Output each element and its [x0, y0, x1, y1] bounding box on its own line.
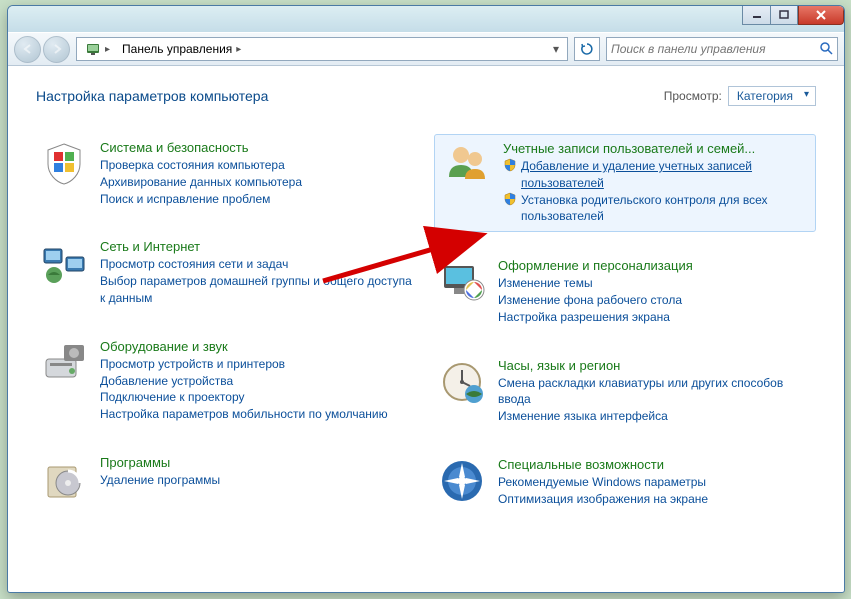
link-text: Добавление и удаление учетных записей по… [521, 158, 807, 192]
shield-icon [503, 192, 517, 206]
shield-icon [503, 158, 517, 172]
category-title[interactable]: Сеть и Интернет [100, 239, 414, 254]
search-box[interactable] [606, 37, 838, 61]
link-text: Оптимизация изображения на экране [498, 491, 708, 508]
link-text: Выбор параметров домашней группы и общег… [100, 273, 414, 307]
control-panel-window: ▸ Панель управления ▸ ▾ Настройка параме… [7, 5, 845, 593]
search-input[interactable] [611, 42, 819, 56]
maximize-button[interactable] [770, 5, 798, 25]
minimize-button[interactable] [742, 5, 770, 25]
category-title[interactable]: Часы, язык и регион [498, 358, 812, 373]
address-bar[interactable]: ▸ Панель управления ▸ ▾ [76, 37, 568, 61]
search-icon [819, 41, 833, 58]
view-label: Просмотр: [664, 89, 722, 103]
link-text: Проверка состояния компьютера [100, 157, 285, 174]
category-title[interactable]: Программы [100, 455, 414, 470]
link-text: Просмотр устройств и принтеров [100, 356, 285, 373]
category-link[interactable]: Добавление устройства [100, 373, 414, 390]
control-panel-icon [85, 41, 101, 57]
category-title[interactable]: Система и безопасность [100, 140, 414, 155]
category-title[interactable]: Оборудование и звук [100, 339, 414, 354]
link-text: Изменение языка интерфейса [498, 408, 668, 425]
chevron-right-icon: ▸ [236, 44, 241, 55]
users-icon [443, 141, 491, 189]
category-link[interactable]: Поиск и исправление проблем [100, 191, 414, 208]
category-link[interactable]: Настройка параметров мобильности по умол… [100, 406, 414, 423]
link-text: Изменение темы [498, 275, 593, 292]
category-title[interactable]: Оформление и персонализация [498, 258, 812, 273]
category-link[interactable]: Настройка разрешения экрана [498, 309, 812, 326]
clock-icon [438, 358, 486, 406]
category-link[interactable]: Установка родительского контроля для все… [503, 192, 807, 226]
breadcrumb-control-panel[interactable]: Панель управления ▸ [116, 38, 247, 60]
link-text: Архивирование данных компьютера [100, 174, 302, 191]
category-link[interactable]: Просмотр устройств и принтеров [100, 356, 414, 373]
hardware-icon [40, 339, 88, 387]
category-title[interactable]: Специальные возможности [498, 457, 812, 472]
titlebar[interactable] [8, 6, 844, 32]
link-text: Настройка параметров мобильности по умол… [100, 406, 388, 423]
link-text: Настройка разрешения экрана [498, 309, 670, 326]
category-access: Специальные возможности Рекомендуемые Win… [434, 451, 816, 514]
category-link[interactable]: Добавление и удаление учетных записей по… [503, 158, 807, 192]
category-link[interactable]: Просмотр состояния сети и задач [100, 256, 414, 273]
category-hardware: Оборудование и звук Просмотр устройств и … [36, 333, 418, 429]
chevron-right-icon: ▸ [105, 44, 110, 55]
category-link[interactable]: Оптимизация изображения на экране [498, 491, 812, 508]
view-selector: Просмотр: Категория [664, 86, 816, 106]
navbar: ▸ Панель управления ▸ ▾ [8, 32, 844, 66]
network-icon [40, 239, 88, 287]
category-users: Учетные записи пользователей и семей... Д… [434, 134, 816, 232]
category-link[interactable]: Смена раскладки клавиатуры или других сп… [498, 375, 812, 409]
category-clock: Часы, язык и регион Смена раскладки клави… [434, 352, 816, 431]
category-link[interactable]: Изменение фона рабочего стола [498, 292, 812, 309]
content-area: Настройка параметров компьютера Просмотр… [8, 66, 844, 592]
address-dropdown-button[interactable]: ▾ [547, 42, 565, 56]
address-root-icon[interactable]: ▸ [79, 38, 116, 60]
category-link[interactable]: Подключение к проектору [100, 389, 414, 406]
forward-button[interactable] [43, 36, 70, 63]
link-text: Установка родительского контроля для все… [521, 192, 807, 226]
view-combo[interactable]: Категория [728, 86, 816, 106]
link-text: Поиск и исправление проблем [100, 191, 270, 208]
link-text: Рекомендуемые Windows параметры [498, 474, 706, 491]
category-link[interactable]: Проверка состояния компьютера [100, 157, 414, 174]
link-text: Смена раскладки клавиатуры или других сп… [498, 375, 812, 409]
category-network: Сеть и Интернет Просмотр состояния сети и… [36, 233, 418, 312]
category-link[interactable]: Архивирование данных компьютера [100, 174, 414, 191]
close-button[interactable] [798, 5, 844, 25]
programs-icon [40, 455, 88, 503]
link-text: Изменение фона рабочего стола [498, 292, 682, 309]
system-icon [40, 140, 88, 188]
appearance-icon [438, 258, 486, 306]
category-link[interactable]: Выбор параметров домашней группы и общег… [100, 273, 414, 307]
category-link[interactable]: Изменение темы [498, 275, 812, 292]
access-icon [438, 457, 486, 505]
category-system: Система и безопасность Проверка состояния… [36, 134, 418, 213]
category-link[interactable]: Удаление программы [100, 472, 414, 489]
category-link[interactable]: Рекомендуемые Windows параметры [498, 474, 812, 491]
category-link[interactable]: Изменение языка интерфейса [498, 408, 812, 425]
category-appearance: Оформление и персонализация Изменение тем… [434, 252, 816, 331]
page-title: Настройка параметров компьютера [36, 88, 268, 104]
back-button[interactable] [14, 36, 41, 63]
link-text: Добавление устройства [100, 373, 233, 390]
category-title[interactable]: Учетные записи пользователей и семей... [503, 141, 807, 156]
refresh-button[interactable] [574, 37, 600, 61]
link-text: Подключение к проектору [100, 389, 245, 406]
breadcrumb-label: Панель управления [122, 42, 232, 56]
link-text: Просмотр состояния сети и задач [100, 256, 288, 273]
link-text: Удаление программы [100, 472, 220, 489]
category-programs: Программы Удаление программы [36, 449, 418, 509]
